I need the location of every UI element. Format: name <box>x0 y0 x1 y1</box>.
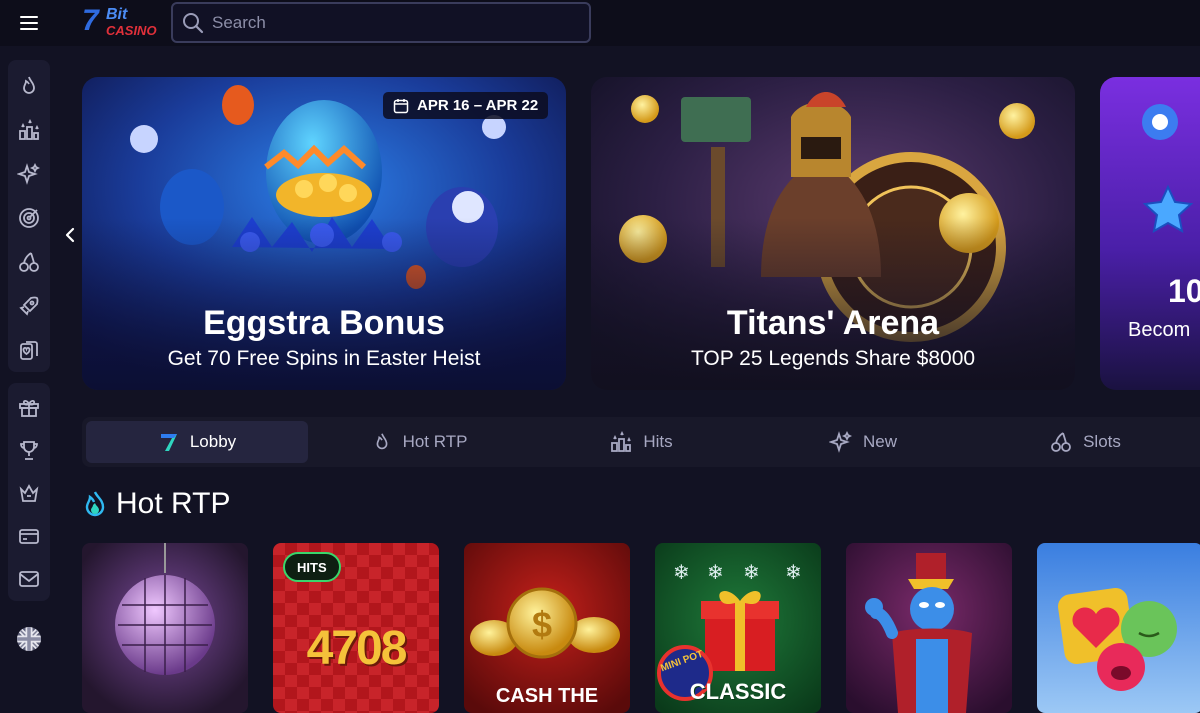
tab-lobby[interactable]: Lobby <box>86 421 308 463</box>
game-tile-classic[interactable]: ❄ ❄ ❄ ❄ MINI POT CLASSIC <box>655 543 821 713</box>
sidebar-games-nav <box>8 60 50 372</box>
banner-title: Eggstra Bonus <box>203 304 445 342</box>
chevron-left-icon <box>65 227 75 243</box>
flame-icon[interactable] <box>8 64 50 108</box>
search-input[interactable] <box>212 12 572 33</box>
game-tile-fruit-faces[interactable] <box>1037 543 1200 713</box>
game-tile-cash-the[interactable]: $ CASH THE <box>464 543 630 713</box>
game-tile-disco[interactable] <box>82 543 248 713</box>
section-title-text: Hot RTP <box>116 487 231 520</box>
banner-subtitle: Get 70 Free Spins in Easter Heist <box>167 347 481 370</box>
svg-text:❄: ❄ <box>785 560 802 584</box>
carousel-prev-button[interactable] <box>60 223 80 247</box>
game-tile-genie[interactable] <box>846 543 1012 713</box>
game-tile-4708[interactable]: HITS 4708 <box>273 543 439 713</box>
banner-subtitle: Becom <box>1128 319 1191 341</box>
game-art-text: 4708 <box>306 622 408 675</box>
rocket-icon[interactable] <box>8 284 50 328</box>
cards-icon[interactable] <box>8 328 50 372</box>
hits-icon <box>611 430 632 452</box>
tab-label: Hits <box>643 432 673 451</box>
tab-label: Hot RTP <box>402 432 468 451</box>
search-icon <box>183 12 204 33</box>
gift-icon[interactable] <box>8 385 50 428</box>
section-heading: Hot RTP <box>82 486 230 522</box>
tab-label: New <box>862 432 897 451</box>
site-logo[interactable]: 7 Bit CASINO <box>82 4 158 42</box>
tab-label: Lobby <box>189 432 237 451</box>
disco-ball-art <box>82 543 248 713</box>
blue-flame-icon <box>85 491 105 517</box>
promo-banner-eggstra[interactable]: APR 16 – APR 22 Eggstra Bonus Get 70 Fre… <box>82 77 566 390</box>
logo-casino: CASINO <box>106 23 157 38</box>
banner-subtitle: TOP 25 Legends Share $8000 <box>690 347 976 370</box>
logo-bit: Bit <box>106 6 128 23</box>
promo-banner-partial[interactable]: 10 Becom <box>1100 77 1200 390</box>
banner-title: 10 <box>1168 273 1200 309</box>
sparkle-icon <box>828 430 852 453</box>
tab-label: Slots <box>1083 432 1121 451</box>
cherries-icon <box>1051 432 1071 452</box>
mail-icon[interactable] <box>8 558 50 601</box>
svg-text:❄: ❄ <box>743 560 760 584</box>
star-promo-art <box>1100 77 1200 390</box>
promo-banner-titans-arena[interactable]: Titans' Arena TOP 25 Legends Share $8000 <box>591 77 1075 390</box>
hits-icon[interactable] <box>8 108 50 152</box>
game-art-text: CASH THE <box>495 685 599 707</box>
hits-badge: HITS <box>283 552 341 582</box>
flame-icon <box>376 433 387 450</box>
search-box[interactable] <box>171 2 591 43</box>
tab-hot-rtp[interactable]: Hot RTP <box>308 421 530 463</box>
sidebar-promo-nav <box>8 383 50 601</box>
cherries-icon[interactable] <box>8 240 50 284</box>
date-range-text: APR 16 – APR 22 <box>417 97 539 114</box>
game-art-text: CLASSIC <box>689 679 787 704</box>
seven-logo-icon <box>160 434 177 451</box>
card-icon[interactable] <box>8 515 50 558</box>
crown-icon[interactable] <box>8 471 50 514</box>
target-icon[interactable] <box>8 196 50 240</box>
easter-egg-art <box>82 77 566 390</box>
date-range-badge: APR 16 – APR 22 <box>383 92 549 119</box>
top-header: 7 Bit CASINO <box>0 0 1200 46</box>
fruit-faces-art <box>1037 543 1200 713</box>
tab-hits[interactable]: Hits <box>530 421 752 463</box>
calendar-icon <box>393 98 409 113</box>
category-tabs: Lobby Hot RTP Hits New Slots <box>82 417 1200 467</box>
uk-flag-icon[interactable] <box>16 626 42 652</box>
banner-title: Titans' Arena <box>726 304 940 342</box>
svg-text:❄: ❄ <box>707 560 724 584</box>
spartan-warrior-art <box>591 77 1075 390</box>
logo-seven: 7 <box>82 4 99 37</box>
genie-art <box>846 543 1012 713</box>
sparkle-icon[interactable] <box>8 152 50 196</box>
tab-new[interactable]: New <box>752 421 974 463</box>
hamburger-menu-icon[interactable] <box>14 11 44 35</box>
trophy-icon[interactable] <box>8 428 50 471</box>
tab-slots[interactable]: Slots <box>974 421 1196 463</box>
svg-text:❄: ❄ <box>673 560 690 584</box>
svg-text:$: $ <box>532 604 552 645</box>
